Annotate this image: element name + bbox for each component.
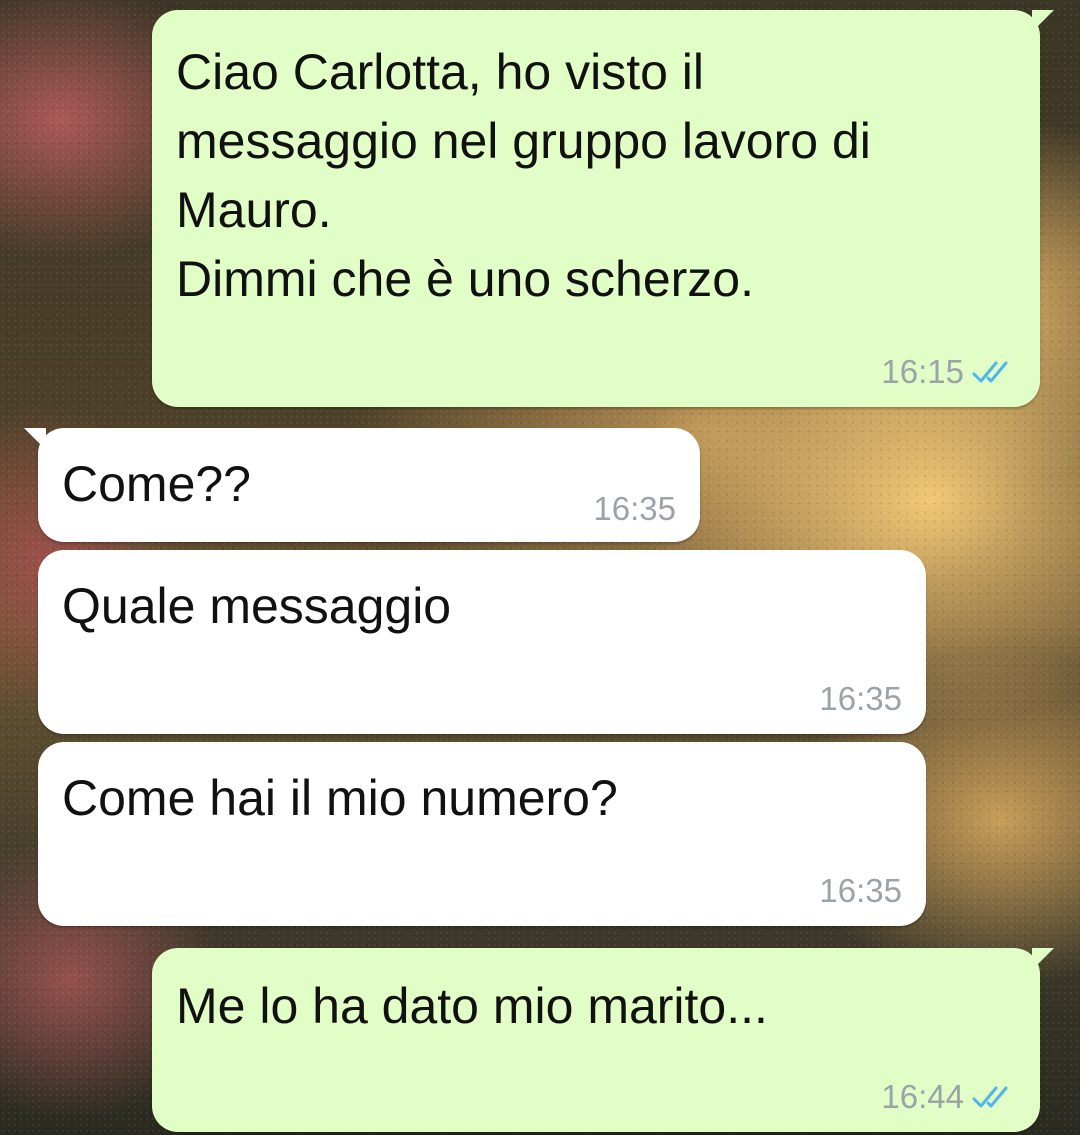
message-bubble-incoming[interactable]: Come hai il mio numero? 16:35 xyxy=(38,742,926,926)
message-text: Me lo ha dato mio marito... xyxy=(176,978,768,1034)
message-text: Come?? xyxy=(62,456,251,512)
message-bubble-outgoing[interactable]: Ciao Carlotta, ho visto il messaggio nel… xyxy=(152,10,1054,407)
message-meta: 16:35 xyxy=(819,872,902,910)
message-text: Come hai il mio numero? xyxy=(62,770,618,826)
message-text: Ciao Carlotta, ho visto il messaggio nel… xyxy=(176,44,871,307)
bubble-tail xyxy=(1032,10,1054,32)
message-text: Quale messaggio xyxy=(62,578,452,634)
message-time: 16:35 xyxy=(819,872,902,909)
bubble-tail xyxy=(1032,948,1054,970)
message-bubble-incoming[interactable]: Come?? 16:35 xyxy=(24,428,700,542)
message-time: 16:35 xyxy=(593,490,676,527)
message-bubble-outgoing[interactable]: Me lo ha dato mio marito... 16:44 xyxy=(152,948,1054,1132)
message-time: 16:15 xyxy=(881,353,964,390)
message-time: 16:35 xyxy=(819,680,902,717)
message-bubble-incoming[interactable]: Quale messaggio 16:35 xyxy=(38,550,926,734)
message-meta: 16:35 xyxy=(819,680,902,718)
message-time: 16:44 xyxy=(881,1078,964,1115)
double-check-read-icon xyxy=(972,361,1008,383)
message-meta: 16:35 xyxy=(593,490,676,528)
message-meta: 16:44 xyxy=(881,1078,1016,1116)
bubble-tail xyxy=(24,428,46,450)
double-check-read-icon xyxy=(972,1086,1008,1108)
message-meta: 16:15 xyxy=(881,353,1016,391)
